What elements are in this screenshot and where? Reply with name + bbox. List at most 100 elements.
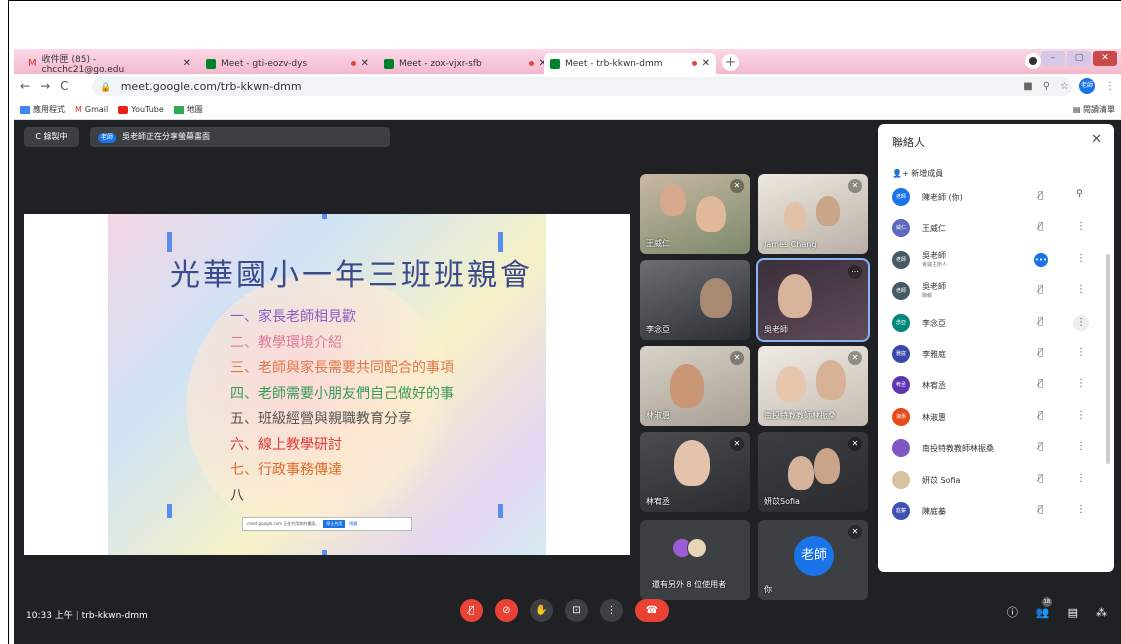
list-item[interactable]: 威仁 王威仁 🎙̸ ⋮ xyxy=(878,213,1114,244)
more-participants-label: 還有另外 8 位使用者 xyxy=(652,580,727,589)
person-name: 陳庭蓁 xyxy=(922,506,946,516)
agenda-item: 六、線上教學研討 xyxy=(230,436,342,453)
selection-handle xyxy=(322,550,327,555)
more-options-icon[interactable]: ⋮ xyxy=(1073,314,1089,331)
new-tab-button[interactable]: + xyxy=(722,54,739,71)
gmail-icon: M xyxy=(28,58,37,69)
more-options-icon[interactable]: ⋮ xyxy=(1076,347,1086,358)
list-item[interactable]: 妍苡 Sofia 🎙̸ ⋮ xyxy=(878,465,1114,496)
list-item[interactable]: 淑惠 林淑惠 🎙̸ ⋮ xyxy=(878,402,1114,433)
tab-gmail[interactable]: M 收件匣 (85) - chcchc21@go.edu ✕ xyxy=(22,53,197,75)
mic-toggle-button[interactable]: 🎙̸ xyxy=(460,599,483,622)
profile-avatar[interactable]: 老師 xyxy=(1079,78,1095,94)
more-options-icon[interactable]: ⋮ xyxy=(1076,284,1086,295)
close-tab-icon[interactable]: ✕ xyxy=(702,58,710,69)
tab-label: 收件匣 (85) - chcchc21@go.edu xyxy=(41,55,125,75)
person-role: 簡報 xyxy=(922,293,933,300)
address-bar[interactable]: 🔒 meet.google.com/trb-kkwn-dmm xyxy=(92,77,1072,96)
participant-tile[interactable]: ✕ James Chang xyxy=(758,174,868,254)
close-panel-button[interactable]: ✕ xyxy=(1091,132,1102,147)
selection-handle xyxy=(498,232,503,252)
reading-list-icon: ▤ xyxy=(1072,105,1083,114)
participant-tile[interactable]: ✕ 妍苡Sofia xyxy=(758,432,868,512)
panel-title: 聯絡人 xyxy=(892,136,925,149)
list-item[interactable]: 念亞 李念亞 🎙̸ ⋮ xyxy=(878,308,1114,339)
participant-tile[interactable]: ✕ 王威仁 xyxy=(640,174,750,254)
list-item[interactable]: 老師 陳老師 (你) 🎙̸ ⚲ xyxy=(878,182,1114,213)
close-tab-icon[interactable]: ✕ xyxy=(183,58,191,69)
record-indicator-icon[interactable] xyxy=(1025,53,1041,69)
close-window-button[interactable]: ✕ xyxy=(1093,51,1117,66)
mic-off-icon: 🎙̸ xyxy=(1038,410,1044,421)
tab-meet-1[interactable]: Meet - gti-eozv-dys ✕ xyxy=(200,53,375,74)
participant-tile[interactable]: ✕ 林宥丞 xyxy=(640,432,750,512)
stop-sharing-button[interactable]: 停止共用 xyxy=(323,520,346,528)
more-options-icon[interactable]: ⋮ xyxy=(1076,253,1086,264)
reading-list-button[interactable]: ▤ 閱讀清單 xyxy=(1073,104,1115,115)
self-tile[interactable]: 老師 ✕ 你 xyxy=(758,520,868,600)
selection-handle xyxy=(498,504,503,518)
people-button[interactable]: 18 👥 xyxy=(1036,596,1052,619)
list-item[interactable]: 庭蓁 陳庭蓁 🎙̸ ⋮ xyxy=(878,496,1114,527)
list-item[interactable]: 老師 吳老師 簡報 🎙̸ ⋮ xyxy=(878,276,1114,307)
camera-toggle-button[interactable]: ⊘ xyxy=(495,599,518,622)
leave-call-button[interactable]: ☎ xyxy=(635,599,669,622)
people-panel: 聯絡人 ✕ 👤+ 新增成員 老師 陳老師 (你) 🎙̸ ⚲ 威仁 王威仁 🎙̸ … xyxy=(878,124,1114,572)
avatar xyxy=(892,470,910,489)
bookmark-maps[interactable]: 地圖 xyxy=(173,104,203,115)
pin-icon[interactable]: ⚲ xyxy=(1076,189,1083,199)
more-options-icon[interactable]: ⋯ xyxy=(848,265,862,279)
activities-icon[interactable]: ⁂ xyxy=(1096,606,1107,619)
list-item[interactable]: 老師 吳老師 會議主辦人 ••• ⋮ xyxy=(878,245,1114,276)
forward-icon[interactable]: → xyxy=(40,79,50,93)
list-item[interactable]: 南投特教教師林振桑 🎙̸ ⋮ xyxy=(878,433,1114,464)
panel-scrollbar[interactable] xyxy=(1106,254,1110,464)
add-people-button[interactable]: 👤+ 新增成員 xyxy=(892,168,943,179)
star-icon[interactable]: ☆ xyxy=(1060,81,1069,92)
participant-tile[interactable]: ✕ 林淑惠 xyxy=(640,346,750,426)
participant-count-badge: 18 xyxy=(1041,596,1052,607)
present-button[interactable]: ⊡ xyxy=(565,599,588,622)
bookmark-gmail[interactable]: M Gmail xyxy=(75,105,108,114)
hide-button[interactable]: 隱藏 xyxy=(349,521,357,527)
participant-tile-active[interactable]: ⋯ 吳老師 xyxy=(756,258,870,342)
more-options-icon[interactable]: ⋮ xyxy=(1076,410,1086,421)
add-person-icon: 👤+ xyxy=(892,169,912,178)
avatar: 雅庭 xyxy=(892,344,910,363)
side-controls: ⓘ 18 👥 ▤ ⁂ xyxy=(1007,596,1107,620)
more-options-icon[interactable]: ⋮ xyxy=(1076,473,1086,484)
zoom-icon[interactable]: ⚲ xyxy=(1043,81,1050,92)
meeting-details-icon[interactable]: ⓘ xyxy=(1007,604,1018,620)
raise-hand-button[interactable]: ✋ xyxy=(530,599,553,622)
meeting-info: 10:33 上午 | trb-kkwn-dmm xyxy=(26,611,148,621)
recording-badge[interactable]: C 錄製中 xyxy=(24,127,79,147)
participant-name: 妍苡Sofia xyxy=(764,497,800,506)
maximize-button[interactable]: ▢ xyxy=(1067,51,1091,66)
minimize-button[interactable]: – xyxy=(1041,51,1065,66)
more-participants-tile[interactable]: 還有另外 8 位使用者 xyxy=(640,520,750,600)
participant-tile[interactable]: ✕ 南投特教教師林振桑 xyxy=(758,346,868,426)
more-options-icon[interactable]: ⋮ xyxy=(1076,441,1086,452)
more-options-icon[interactable]: ⋮ xyxy=(1076,504,1086,515)
more-options-icon[interactable]: ⋮ xyxy=(1076,221,1086,232)
tab-meet-active[interactable]: Meet - trb-kkwn-dmm ✕ xyxy=(544,53,716,74)
close-tab-icon[interactable]: ✕ xyxy=(361,58,369,69)
back-icon[interactable]: ← xyxy=(20,79,30,93)
reload-icon[interactable]: C xyxy=(60,79,68,93)
tab-meet-2[interactable]: Meet - zox-vjxr-sfb ✕ xyxy=(378,53,553,74)
slide-agenda: 一、家長老師相見歡 二、教學環境介紹 三、老師與家長需要共同配合的事項 四、老師… xyxy=(230,306,454,510)
list-item[interactable]: 雅庭 李雅庭 🎙̸ ⋮ xyxy=(878,339,1114,370)
more-options-button[interactable]: ⋮ xyxy=(600,599,623,622)
presenter-avatar: 老師 xyxy=(98,133,117,143)
bookmark-youtube[interactable]: YouTube xyxy=(118,105,164,114)
list-item[interactable]: 宥丞 林宥丞 🎙̸ ⋮ xyxy=(878,370,1114,401)
participant-tile[interactable]: 李念亞 xyxy=(640,260,750,340)
participant-face xyxy=(776,366,806,402)
menu-dots-icon[interactable]: ⋮ xyxy=(1105,81,1115,92)
more-options-icon[interactable]: ⋮ xyxy=(1076,378,1086,389)
bookmark-apps[interactable]: 應用程式 xyxy=(20,104,65,115)
chat-icon[interactable]: ▤ xyxy=(1068,606,1078,619)
participant-face xyxy=(660,184,686,216)
camera-icon[interactable]: ■ xyxy=(1023,81,1032,92)
participant-name: 林淑惠 xyxy=(646,411,670,420)
